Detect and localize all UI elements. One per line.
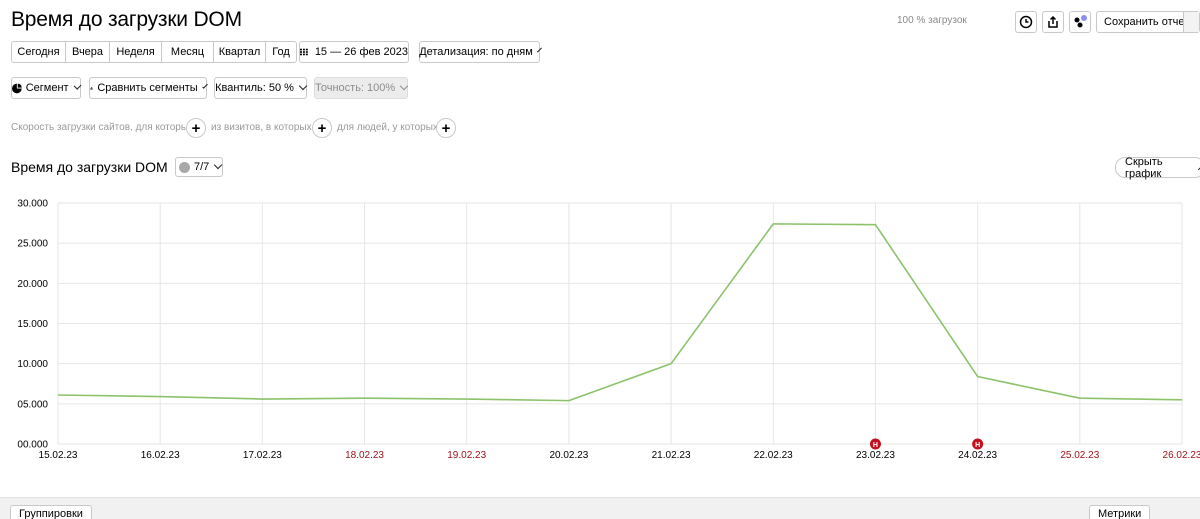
chevron-down-icon — [73, 81, 82, 91]
accuracy-dropdown[interactable]: Точность: 100% — [314, 77, 409, 99]
series-line — [57, 223, 1183, 402]
accuracy-label: Точность: 100% — [315, 82, 396, 94]
date-range-label: 15 — 26 фев 2023 — [314, 46, 408, 58]
segment-dropdown[interactable]: Сегмент — [11, 77, 82, 99]
metrics-label: Метрики — [1098, 508, 1142, 519]
x-tick-label: 19.02.23 — [447, 450, 486, 461]
chevron-down-icon — [298, 81, 308, 91]
chevron-down-icon — [399, 81, 409, 91]
x-tick-label: 16.02.23 — [141, 450, 180, 461]
x-tick-label: 22.02.23 — [754, 450, 793, 461]
hide-chart-label: Скрыть график — [1125, 155, 1163, 180]
quantile-dropdown[interactable]: Квантиль: 50 % — [214, 77, 308, 99]
x-tick-label: 24.02.23 — [958, 450, 997, 461]
people-icon — [1074, 15, 1087, 28]
period-today[interactable]: Сегодня — [11, 41, 66, 63]
groupings-button[interactable]: Группировки — [10, 505, 92, 519]
chevron-down-icon — [214, 160, 223, 170]
segment-label: Сегмент — [25, 82, 69, 94]
line-chart: 00.000 05.000 10.000 15.000 20.000 25.000 30.0… — [17, 199, 1200, 462]
period-week[interactable]: Неделя — [110, 41, 162, 63]
filter-visits-text: из визитов, в которых — [211, 122, 312, 133]
y-tick-label: 25.000 — [17, 239, 48, 250]
chart-title: Время до загрузки DOM — [11, 159, 168, 175]
filter-sites-text: Скорость загрузки сайтов, для которых — [11, 122, 194, 133]
x-tick-label: 23.02.23 — [856, 450, 895, 461]
compare-label: Сравнить сегменты — [97, 82, 198, 94]
plus-icon: + — [191, 119, 201, 137]
series-count-label: 7/7 — [194, 161, 210, 173]
x-tick-label: 17.02.23 — [243, 450, 282, 461]
period-yesterday[interactable]: Вчера — [66, 41, 110, 63]
detail-label: Детализация: по дням — [419, 46, 533, 58]
collaboration-button[interactable] — [1069, 11, 1091, 33]
add-site-filter-button[interactable]: + — [186, 118, 206, 138]
calendar-icon — [300, 48, 308, 56]
event-marker-label: Н — [873, 442, 878, 449]
export-button[interactable] — [1042, 11, 1064, 33]
history-button[interactable] — [1015, 11, 1037, 33]
y-tick-label: 00.000 — [17, 440, 48, 451]
detail-dropdown[interactable]: Детализация: по дням — [419, 41, 542, 63]
plus-icon: + — [317, 119, 327, 137]
y-tick-label: 30.000 — [17, 199, 48, 210]
x-tick-label: 20.02.23 — [549, 450, 588, 461]
y-tick-label: 05.000 — [17, 399, 48, 410]
share-icon — [1048, 15, 1058, 28]
metrics-button[interactable]: Метрики — [1089, 505, 1151, 519]
x-tick-label: 21.02.23 — [652, 450, 691, 461]
series-color-icon — [179, 161, 190, 173]
page-title: Время до загрузки DOM — [11, 8, 242, 31]
sampling-progress: 100 % загрузок — [897, 15, 967, 26]
plus-icon: + — [441, 119, 451, 137]
groupings-label: Группировки — [19, 508, 83, 519]
add-visit-filter-button[interactable]: + — [312, 118, 332, 138]
save-report-label: Сохранить отчет — [1104, 16, 1190, 28]
hide-chart-button[interactable]: Скрыть график — [1115, 155, 1200, 180]
y-tick-label: 15.000 — [17, 319, 48, 330]
quantile-label: Квантиль: 50 % — [215, 82, 294, 94]
x-tick-label: 18.02.23 — [345, 450, 384, 461]
pie-icon — [12, 83, 22, 93]
y-tick-label: 20.000 — [17, 279, 48, 290]
date-range-button[interactable]: 15 — 26 фев 2023 — [299, 41, 409, 63]
y-tick-label: 10.000 — [17, 359, 48, 370]
series-count-dropdown[interactable]: 7/7 — [175, 157, 223, 177]
footer-bar — [0, 497, 1200, 519]
chevron-down-icon — [201, 83, 208, 89]
x-tick-label: 25.02.23 — [1060, 450, 1099, 461]
save-options-toggle[interactable] — [1183, 12, 1199, 32]
x-tick-label: 26.02.23 — [1163, 450, 1200, 461]
compare-icon — [90, 86, 94, 90]
clock-icon — [1019, 15, 1033, 29]
period-year[interactable]: Год — [266, 41, 297, 63]
event-marker-label: Н — [975, 442, 980, 449]
compare-segments-dropdown[interactable]: Сравнить сегменты — [89, 77, 208, 99]
save-report-button[interactable]: Сохранить отчет — [1096, 11, 1200, 33]
chevron-down-icon — [536, 47, 542, 53]
period-month[interactable]: Месяц — [162, 41, 214, 63]
x-tick-label: 15.02.23 — [39, 450, 78, 461]
filter-users-text: для людей, у которых — [337, 122, 438, 133]
period-selector: Сегодня Вчера Неделя Месяц Квартал Год — [11, 41, 297, 63]
add-user-filter-button[interactable]: + — [436, 118, 456, 138]
period-quarter[interactable]: Квартал — [214, 41, 266, 63]
